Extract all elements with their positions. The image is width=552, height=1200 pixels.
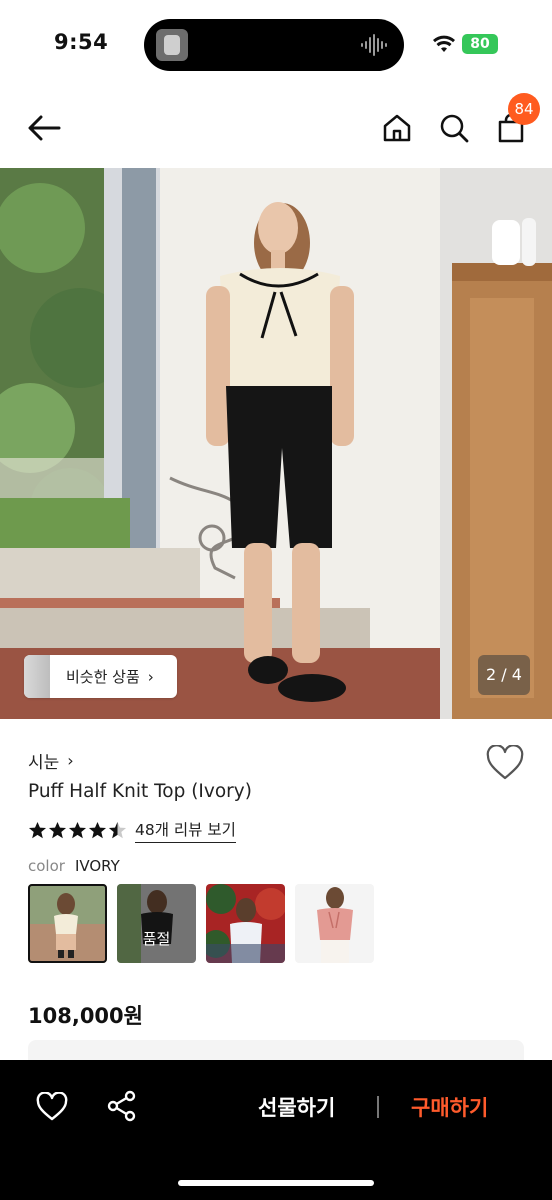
home-button[interactable]: [377, 108, 417, 148]
product-price: 108,000원: [28, 1004, 143, 1028]
chevron-right-icon: ›: [67, 751, 74, 770]
nav-bar: [0, 90, 552, 168]
bottom-action-bar: 선물하기 구매하기: [0, 1060, 552, 1200]
search-button[interactable]: [434, 108, 474, 148]
similar-products-label: 비슷한 상품: [66, 668, 140, 686]
battery-indicator: 80: [462, 34, 498, 54]
swatch-black[interactable]: 품절: [117, 884, 196, 963]
back-button[interactable]: [24, 108, 64, 148]
back-arrow-icon: [28, 115, 61, 141]
status-time: 9:54: [54, 30, 109, 54]
audio-waveform-icon: [361, 34, 387, 56]
rating-row: 48개 리뷰 보기: [28, 818, 236, 843]
status-bar: 9:54 80: [0, 0, 552, 90]
swatch-pink-image: [295, 884, 374, 963]
product-name: Puff Half Knit Top (Ivory): [28, 781, 252, 802]
swatch-ivory[interactable]: [28, 884, 107, 963]
wifi-icon: [433, 35, 455, 52]
star-rating: [28, 821, 127, 840]
star-filled-icon: [48, 821, 67, 838]
dynamic-island: [144, 19, 404, 71]
chevron-right-icon: ›: [147, 667, 154, 686]
star-filled-icon: [28, 821, 47, 838]
color-label: color: [28, 857, 65, 875]
brand-name: 시눈: [28, 753, 60, 773]
soldout-label: 품절: [117, 884, 196, 963]
search-icon: [440, 114, 469, 143]
now-playing-artwork: [156, 29, 188, 61]
color-value: IVORY: [74, 857, 120, 875]
star-filled-icon: [88, 821, 107, 838]
swatch-white[interactable]: [206, 884, 285, 963]
similar-products-button[interactable]: 비슷한 상품 ›: [24, 655, 177, 698]
buy-button[interactable]: 구매하기: [411, 1092, 488, 1122]
star-filled-icon: [68, 821, 87, 838]
product-photo: [0, 168, 552, 719]
home-icon: [383, 114, 411, 142]
swatch-white-image: [206, 884, 285, 963]
star-half-icon: [108, 821, 127, 838]
swatch-pink[interactable]: [295, 884, 374, 963]
heart-icon[interactable]: [486, 745, 524, 781]
divider: [377, 1096, 379, 1118]
similar-products-thumbnail: [24, 655, 50, 698]
image-counter: 2 / 4: [478, 655, 530, 695]
product-image[interactable]: [0, 168, 552, 719]
swatch-ivory-image: [28, 884, 107, 963]
color-swatches: 품절: [28, 884, 374, 963]
home-indicator: [178, 1180, 374, 1186]
color-selector-label: color IVORY: [28, 857, 120, 875]
gift-button[interactable]: 선물하기: [258, 1092, 335, 1122]
brand-link[interactable]: 시눈 ›: [28, 748, 74, 773]
reviews-link[interactable]: 48개 리뷰 보기: [135, 818, 236, 843]
share-icon[interactable]: [106, 1090, 138, 1122]
cart-count-badge: 84: [508, 93, 540, 125]
wishlist-heart-icon[interactable]: [36, 1092, 68, 1122]
